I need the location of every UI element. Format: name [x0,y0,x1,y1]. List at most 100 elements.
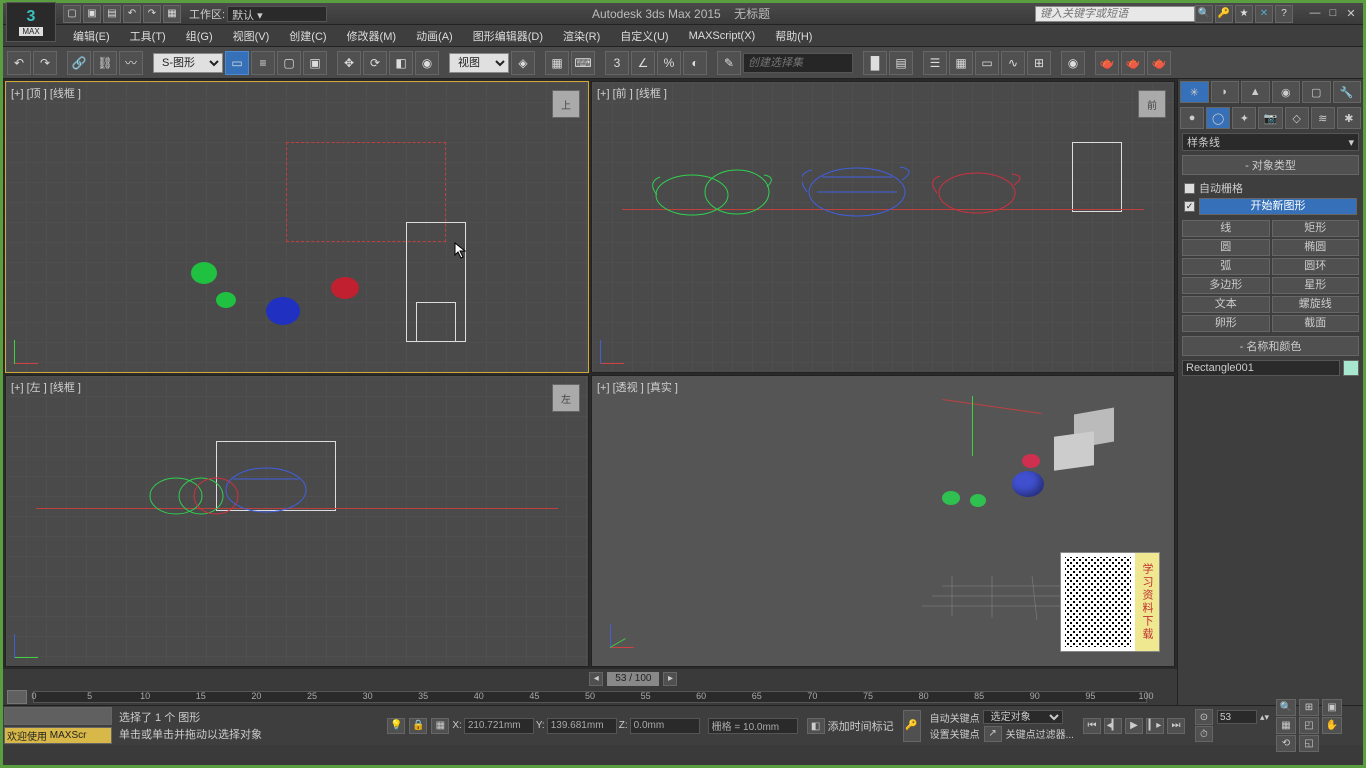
ribbon-icon[interactable]: ▭ [975,51,999,75]
unlink-icon[interactable]: ⛓ [93,51,117,75]
viewport-front[interactable]: [+] [前 ] [线框 ] 前 [591,81,1175,373]
viewport-top-label[interactable]: [+] [顶 ] [线框 ] [11,85,81,101]
placement-icon[interactable]: ◉ [415,51,439,75]
add-time-tag[interactable]: 添加时间标记 [828,718,894,734]
menu-maxscript[interactable]: MAXScript(X) [679,30,766,42]
orbit-icon[interactable]: ⟲ [1276,735,1296,752]
menu-edit[interactable]: 编辑(E) [63,28,120,44]
search-input[interactable] [1035,6,1195,22]
star-button[interactable]: 星形 [1272,277,1360,294]
scale-icon[interactable]: ◧ [389,51,413,75]
pan-icon[interactable]: ✋ [1322,717,1342,734]
line-button[interactable]: 线 [1182,220,1270,237]
angle-snap-icon[interactable]: ∠ [631,51,655,75]
zoom-all-icon[interactable]: ⊞ [1299,699,1319,716]
app-logo[interactable]: 3MAX [6,2,56,42]
selection-filter-combo[interactable]: S-图形 [153,53,223,73]
goto-start-icon[interactable]: ⏮ [1083,718,1101,734]
named-selection-input[interactable] [743,53,853,73]
helix-button[interactable]: 螺旋线 [1272,296,1360,313]
display-tab-icon[interactable]: ▢ [1302,81,1331,103]
menu-graph[interactable]: 图形编辑器(D) [463,28,553,44]
viewcube-left[interactable]: 左 [552,384,580,412]
object-color-swatch[interactable] [1343,360,1359,376]
section-button[interactable]: 截面 [1272,315,1360,332]
coord-x-input[interactable] [464,718,534,734]
viewport-perspective[interactable]: [+] [透视 ] [真实 ] 学习资料下载 [591,375,1175,667]
goto-end-icon[interactable]: ⏭ [1167,718,1185,734]
layer-manager-icon[interactable]: ☰ [923,51,947,75]
undo-icon[interactable]: ↶ [123,5,141,23]
timeline-ruler[interactable]: 0510152025303540455055606570758085909510… [3,689,1177,705]
zoom-extents-icon[interactable]: ▣ [1322,699,1342,716]
donut-button[interactable]: 圆环 [1272,258,1360,275]
welcome-button[interactable]: 欢迎使用 MAXScr [4,727,112,745]
text-button[interactable]: 文本 [1182,296,1270,313]
open-icon[interactable]: ▣ [83,5,101,23]
minimize-button[interactable]: ― [1307,7,1323,21]
lights-cat-icon[interactable]: ✦ [1232,107,1256,129]
redo-button[interactable]: ↷ [33,51,57,75]
setkey-button[interactable]: 设置关键点 [930,726,980,741]
save-icon[interactable]: ▤ [103,5,121,23]
spinner-snap-icon[interactable]: ◐ [683,51,707,75]
zoom-extents-all-icon[interactable]: ▦ [1276,717,1296,734]
rect-select-icon[interactable]: ▢ [277,51,301,75]
rectangle-button[interactable]: 矩形 [1272,220,1360,237]
modify-tab-icon[interactable]: ◗ [1211,81,1240,103]
next-frame-icon[interactable]: ▎▸ [1146,718,1164,734]
lightbulb-icon[interactable]: 💡 [387,718,405,734]
pivot-icon[interactable]: ◈ [511,51,535,75]
time-config-icon[interactable]: ⏱ [1195,726,1213,742]
menu-group[interactable]: 组(G) [176,28,223,44]
rollout-object-type[interactable]: - 对象类型 [1182,155,1359,175]
rollout-name-color[interactable]: - 名称和颜色 [1182,336,1359,356]
workspace-combo[interactable]: 默认 ▾ [227,6,327,22]
create-tab-icon[interactable]: ✳ [1180,81,1209,103]
current-frame-input[interactable] [1217,710,1257,724]
maximize-viewport-icon[interactable]: ◱ [1299,735,1319,752]
maximize-button[interactable]: □ [1325,7,1341,21]
zoom-icon[interactable]: 🔍 [1276,699,1296,716]
new-icon[interactable]: ▢ [63,5,81,23]
viewcube-front[interactable]: 前 [1138,90,1166,118]
help-icon[interactable]: ? [1275,5,1293,23]
close-button[interactable]: ✕ [1343,7,1359,21]
menu-modifiers[interactable]: 修改器(M) [337,28,407,44]
ngon-button[interactable]: 多边形 [1182,277,1270,294]
binoculars-icon[interactable]: 🔍 [1195,5,1213,23]
arc-button[interactable]: 弧 [1182,258,1270,275]
setkey-mode-toggle[interactable] [7,690,27,704]
prev-frame-icon[interactable]: ◂▎ [1104,718,1122,734]
menu-create[interactable]: 创建(C) [279,28,336,44]
geometry-cat-icon[interactable]: ● [1180,107,1204,129]
autokey-button[interactable]: 自动关键点 [930,710,980,725]
lock-icon[interactable]: 🔒 [409,718,427,734]
star-icon[interactable]: ★ [1235,5,1253,23]
key-mode-icon[interactable]: ⊙ [1195,709,1213,725]
ref-coord-combo[interactable]: 视图 [449,53,509,73]
mirror-icon[interactable]: ▐▌ [863,51,887,75]
time-tag-icon[interactable]: ◧ [807,718,825,734]
link-icon[interactable]: 🔗 [67,51,91,75]
undo-button[interactable]: ↶ [7,51,31,75]
menu-tools[interactable]: 工具(T) [120,28,176,44]
shapes-cat-icon[interactable]: ◯ [1206,107,1230,129]
isolate-icon[interactable]: ▦ [431,718,449,734]
category-dropdown[interactable]: 样条线▾ [1182,133,1359,151]
viewport-left[interactable]: [+] [左 ] [线框 ] 左 [5,375,589,667]
exchange-icon[interactable]: ✕ [1255,5,1273,23]
menu-customize[interactable]: 自定义(U) [610,28,678,44]
coord-y-input[interactable] [547,718,617,734]
coord-z-input[interactable] [630,718,700,734]
key-icon[interactable]: 🔑 [1215,5,1233,23]
viewport-top[interactable]: [+] [顶 ] [线框 ] 上 [5,81,589,373]
setkey-big-icon[interactable]: 🔑 [903,710,921,742]
time-slider-handle[interactable]: 53 / 100 [607,672,659,686]
move-icon[interactable]: ✥ [337,51,361,75]
menu-animation[interactable]: 动画(A) [406,28,463,44]
select-by-name-icon[interactable]: ≡ [251,51,275,75]
edit-named-sel-icon[interactable]: ✎ [717,51,741,75]
next-key-icon[interactable]: ▸ [663,672,677,686]
start-new-shape-checkbox[interactable]: ✓ [1184,201,1195,212]
